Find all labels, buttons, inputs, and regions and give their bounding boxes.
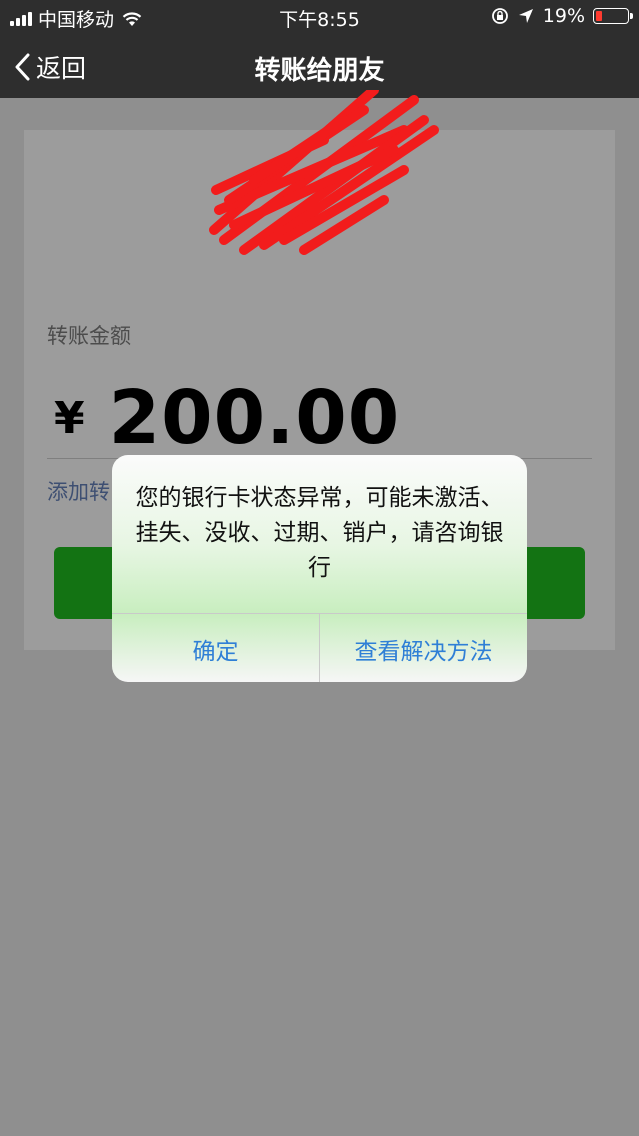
amount-row[interactable]: ¥ 200.00 — [54, 375, 400, 461]
amount-input[interactable]: 200.00 — [109, 375, 401, 461]
nav-bar: 返回 转账给朋友 — [0, 34, 639, 98]
battery-percent: 19% — [542, 5, 585, 27]
battery-fill — [596, 11, 602, 21]
page-title: 转账给朋友 — [254, 56, 385, 86]
location-icon — [518, 9, 533, 23]
confirm-button[interactable]: 确定 — [112, 614, 319, 682]
alert-actions: 确定 查看解决方法 — [112, 613, 527, 682]
add-note-link[interactable]: 添加转 — [47, 476, 110, 506]
alert-dialog: 您的银行卡状态异常，可能未激活、挂失、没收、过期、销户，请咨询银行 确定 查看解… — [112, 455, 527, 682]
rotation-lock-icon — [491, 8, 508, 24]
battery-icon — [593, 8, 633, 24]
view-solution-button[interactable]: 查看解决方法 — [319, 614, 527, 682]
currency-symbol: ¥ — [54, 392, 85, 444]
status-right: 19% — [491, 5, 633, 27]
alert-message: 您的银行卡状态异常，可能未激活、挂失、没收、过期、销户，请咨询银行 — [135, 485, 504, 581]
redacted-avatar-scribble — [209, 90, 439, 255]
status-bar: 中国移动 下午8:55 19% — [0, 0, 639, 34]
amount-label: 转账金额 — [47, 324, 131, 348]
